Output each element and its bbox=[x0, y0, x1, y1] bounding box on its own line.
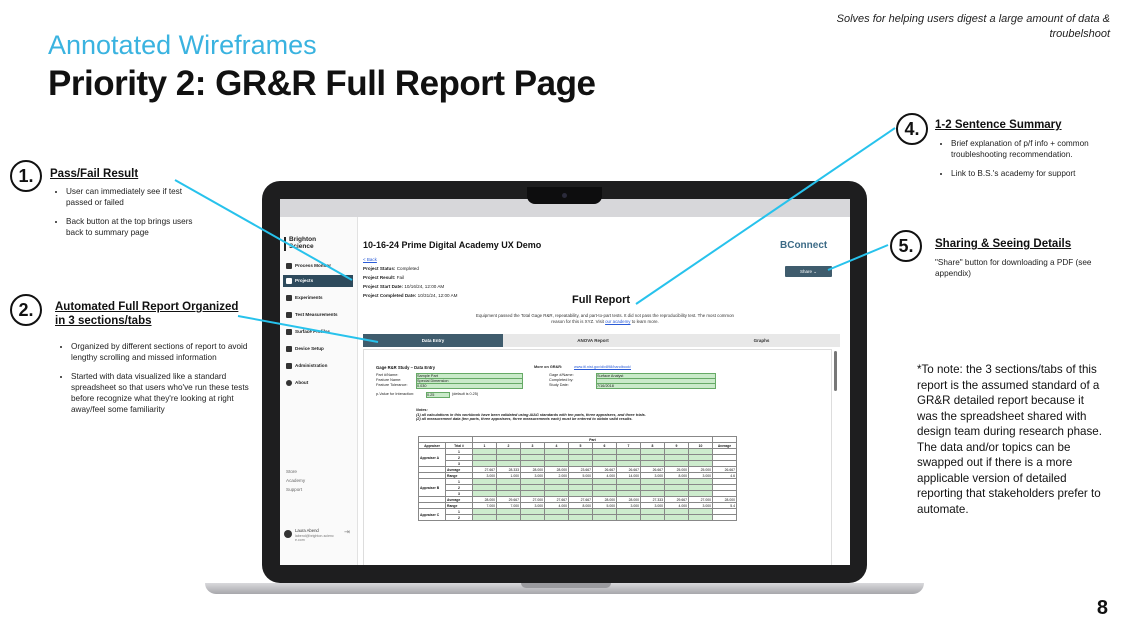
connector-1 bbox=[174, 179, 353, 281]
annotation-connectors bbox=[174, 127, 896, 343]
connector-5 bbox=[827, 244, 889, 271]
connector-2 bbox=[237, 315, 379, 343]
connector-4 bbox=[635, 127, 896, 305]
